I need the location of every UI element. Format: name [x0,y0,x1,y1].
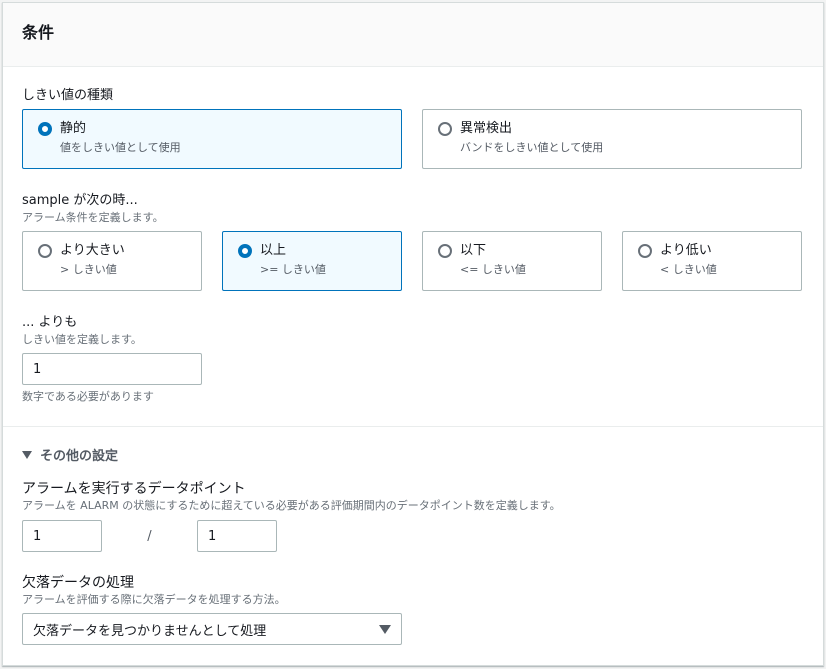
additional-settings-title: その他の設定 [40,449,119,464]
tile-less-label: より低い [660,243,712,258]
tile-less-equal-label: 以下 [460,243,487,258]
threshold-label: ... よりも [22,315,78,330]
evaluation-periods-input[interactable]: 1 [197,520,277,552]
threshold-desc: しきい値を定義します。 [22,333,142,346]
tile-static-label: 静的 [60,121,87,136]
tile-greater-desc: > しきい値 [60,263,117,276]
datapoints-inputs: 1 / 1 [22,520,802,552]
missing-data-section: 欠落データの処理 アラームを評価する際に欠落データを処理する方法。 [22,574,802,607]
radio-anomaly-detection[interactable] [438,122,452,136]
tile-static[interactable]: 静的 値をしきい値として使用 [22,109,402,169]
caret-down-icon [22,450,32,459]
radio-less[interactable] [638,244,652,258]
threshold-hint: 数字である必要があります [22,390,154,403]
panel-title: 条件 [22,23,55,42]
threshold-section: ... よりも しきい値を定義します。 [22,314,802,347]
missing-data-desc: アラームを評価する際に欠落データを処理する方法。 [22,593,286,606]
section-divider [3,426,823,427]
radio-less-equal[interactable] [438,244,452,258]
tile-greater-equal[interactable]: 以上 >= しきい値 [222,231,402,291]
missing-data-select-wrap: 欠落データを見つかりませんとして処理 [22,613,402,645]
threshold-type-label: しきい値の種類 [22,88,114,103]
comparison-tiles: より大きい > しきい値 以上 >= しきい値 以下 <= しきい値 より低い … [22,231,802,291]
radio-greater-equal[interactable] [238,244,252,258]
tile-greater[interactable]: より大きい > しきい値 [22,231,202,291]
tile-static-desc: 値をしきい値として使用 [60,141,181,154]
tile-greater-equal-desc: >= しきい値 [260,263,326,276]
threshold-input[interactable]: 1 [22,353,202,385]
datapoints-section: アラームを実行するデータポイント アラームを ALARM の状態にするために超え… [22,480,802,513]
radio-static[interactable] [38,122,52,136]
missing-data-selected: 欠落データを見つかりませんとして処理 [33,623,267,639]
missing-data-label: 欠落データの処理 [22,575,134,591]
tile-less-desc: < しきい値 [660,263,717,276]
comparison-label: sample が次の時... [22,193,138,208]
chevron-down-icon [379,624,391,634]
datapoints-desc: アラームを ALARM の状態にするために超えている必要がある評価期間内のデータ… [22,499,561,512]
datapoints-label: アラームを実行するデータポイント [22,481,246,497]
threshold-type-section: しきい値の種類 [22,87,802,105]
tile-less-equal-desc: <= しきい値 [460,263,526,276]
tile-anomaly-detection[interactable]: 異常検出 バンドをしきい値として使用 [422,109,802,169]
datapoints-separator: / [147,528,152,544]
datapoints-to-alarm-input[interactable]: 1 [22,520,102,552]
additional-settings-toggle[interactable]: その他の設定 [22,445,802,464]
threshold-type-tiles: 静的 値をしきい値として使用 異常検出 バンドをしきい値として使用 [22,109,802,169]
tile-anomaly-label: 異常検出 [460,121,513,136]
missing-data-select[interactable]: 欠落データを見つかりませんとして処理 [22,613,402,645]
tile-less-equal[interactable]: 以下 <= しきい値 [422,231,602,291]
tile-less[interactable]: より低い < しきい値 [622,231,802,291]
panel-header: 条件 [3,3,823,67]
tile-anomaly-desc: バンドをしきい値として使用 [460,141,604,154]
radio-greater[interactable] [38,244,52,258]
comparison-desc: アラーム条件を定義します。 [22,211,164,224]
tile-greater-label: より大きい [60,243,125,258]
comparison-section: sample が次の時... アラーム条件を定義します。 [22,192,802,225]
tile-greater-equal-label: 以上 [260,243,287,258]
threshold-input-wrap: 1 数字である必要があります [22,353,202,404]
conditions-panel: 条件 しきい値の種類 静的 値をしきい値として使用 異常検出 バンドをしきい値と… [2,2,824,666]
